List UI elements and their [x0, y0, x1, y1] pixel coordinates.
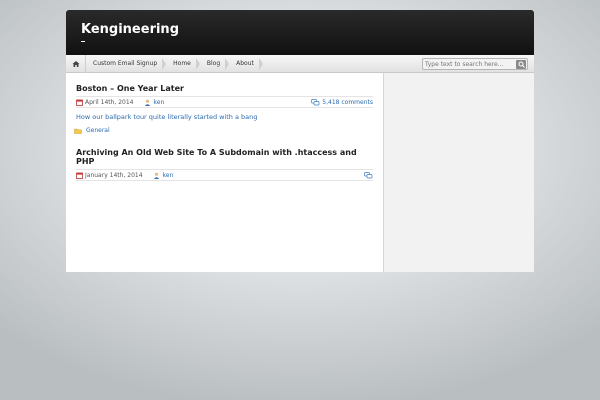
post-date: January 14th, 2014 — [85, 171, 143, 179]
nav-item-home[interactable]: Home — [166, 55, 200, 73]
nav-item-custom-email-signup[interactable]: Custom Email Signup — [86, 55, 167, 73]
comments-count: 5,418 comments — [322, 99, 373, 106]
post-title[interactable]: Archiving An Old Web Site To A Subdomain… — [76, 148, 373, 166]
search-box — [422, 58, 528, 70]
content-area: Boston – One Year Later April 14th, 2014… — [66, 73, 534, 272]
post-meta: January 14th, 2014 ken — [76, 169, 373, 181]
post-excerpt[interactable]: How our ballpark tour quite literally st… — [76, 113, 373, 121]
nav-home-button[interactable] — [66, 54, 86, 73]
category-label: General — [86, 127, 110, 134]
site-title[interactable]: Kengineering — [81, 22, 179, 37]
site-header: Kengineering — [66, 10, 534, 55]
post-title[interactable]: Boston – One Year Later — [76, 84, 373, 93]
folder-icon — [74, 128, 82, 134]
post: Boston – One Year Later April 14th, 2014… — [74, 84, 373, 134]
comments-icon — [311, 99, 320, 106]
post-author[interactable]: ken — [163, 172, 174, 179]
title-underline — [81, 41, 85, 42]
author-icon — [153, 172, 160, 179]
sidebar — [384, 73, 534, 272]
author-icon — [144, 99, 151, 106]
nav-bar: Custom Email Signup Home Blog About — [66, 54, 534, 73]
comments-link[interactable] — [364, 172, 373, 179]
post-meta: April 14th, 2014 ken 5,418 comments — [76, 96, 373, 108]
nav-item-about[interactable]: About — [229, 55, 263, 73]
page-wrapper: Kengineering Custom Email Signup Home Bl… — [66, 10, 534, 272]
post-category[interactable]: General — [74, 127, 373, 134]
post-date: April 14th, 2014 — [85, 98, 134, 106]
comments-link[interactable]: 5,418 comments — [311, 99, 373, 106]
search-input[interactable] — [425, 60, 513, 69]
search-button[interactable] — [516, 60, 526, 69]
search-icon — [518, 61, 525, 68]
home-icon — [72, 60, 79, 67]
calendar-icon — [76, 99, 83, 106]
calendar-icon — [76, 172, 83, 179]
comments-icon — [364, 172, 373, 179]
post-author[interactable]: ken — [154, 99, 165, 106]
main-column: Boston – One Year Later April 14th, 2014… — [66, 73, 384, 272]
post: Archiving An Old Web Site To A Subdomain… — [76, 148, 373, 181]
nav-item-blog[interactable]: Blog — [200, 55, 230, 73]
